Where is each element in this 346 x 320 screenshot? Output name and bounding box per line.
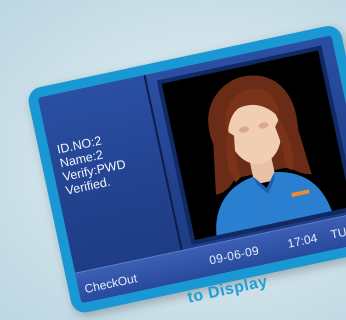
- date-text: 09-06-09: [208, 243, 261, 268]
- verification-info: ID.NO:2 Name:2 Verify:PWD Verified.: [56, 130, 130, 198]
- user-photo-frame: [156, 45, 346, 245]
- time-text: 17:04: [286, 230, 319, 251]
- user-portrait-icon: [161, 50, 346, 241]
- mode-label[interactable]: CheckOut: [83, 271, 138, 296]
- weekday-text: TU: [329, 224, 346, 242]
